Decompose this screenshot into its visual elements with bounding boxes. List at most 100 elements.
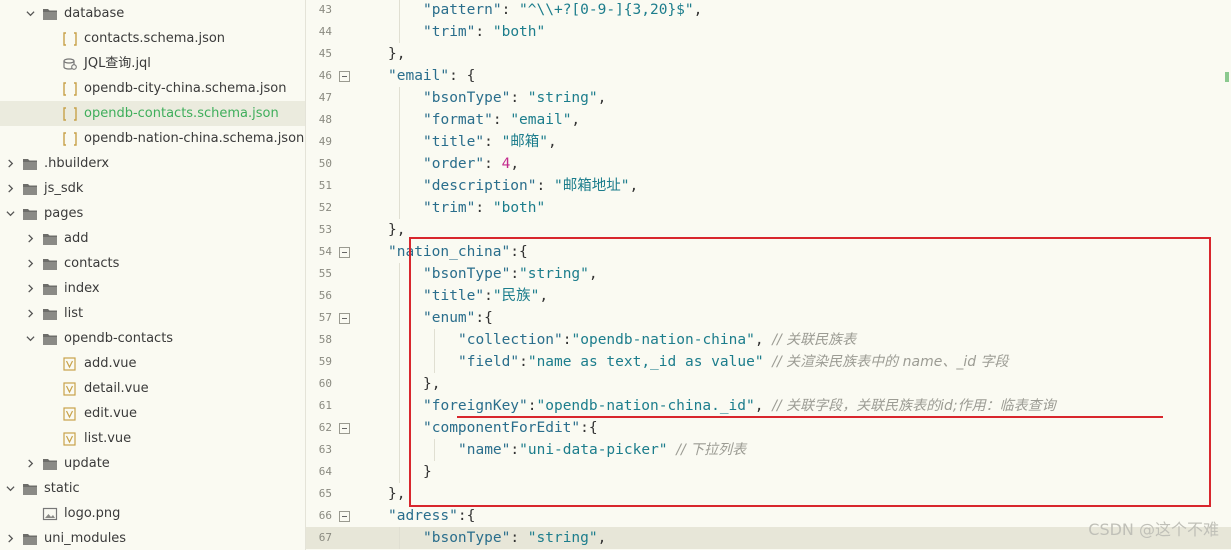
line-number: 60 xyxy=(318,377,332,390)
tree-folder-index[interactable]: index xyxy=(0,276,305,301)
code-line[interactable]: 52 "trim": "both" xyxy=(306,197,1231,219)
chevron-right-icon[interactable] xyxy=(25,257,35,271)
code-line[interactable]: 58 "collection":"opendb-nation-china", //… xyxy=(306,329,1231,351)
json-key: "adress" xyxy=(388,508,458,524)
code-line[interactable]: 55 "bsonType":"string", xyxy=(306,263,1231,285)
tree-folder-update[interactable]: update xyxy=(0,451,305,476)
fold-toggle-icon[interactable] xyxy=(339,313,350,324)
json-string: "uni-data-picker" xyxy=(519,442,668,458)
tree-folder-static[interactable]: static xyxy=(0,476,305,501)
fold-toggle-icon[interactable] xyxy=(339,423,350,434)
tree-folder-list[interactable]: list xyxy=(0,301,305,326)
tree-folder-pages[interactable]: pages xyxy=(0,201,305,226)
tree-file-opendb-contacts-schema-json[interactable]: opendb-contacts.schema.json xyxy=(0,101,305,126)
code-line[interactable]: 48 "format": "email", xyxy=(306,109,1231,131)
punctuation: , xyxy=(588,266,598,282)
code-line[interactable]: 43 "pattern": "^\\+?[0-9-]{3,20}$", xyxy=(306,0,1231,21)
chevron-right-icon[interactable] xyxy=(5,182,15,196)
json-string: "string" xyxy=(519,266,589,282)
tree-file-add-vue[interactable]: add.vue xyxy=(0,351,305,376)
code-line[interactable]: 46 "email": { xyxy=(306,65,1231,87)
line-number: 44 xyxy=(318,25,332,38)
chevron-down-icon[interactable] xyxy=(5,207,15,221)
tree-file-edit-vue[interactable]: edit.vue xyxy=(0,401,305,426)
chevron-right-icon[interactable] xyxy=(25,307,35,321)
tree-item-label: opendb-nation-china.schema.json xyxy=(84,131,305,146)
chevron-right-icon[interactable] xyxy=(5,532,15,546)
punctuation: , xyxy=(539,288,549,304)
tree-folder-database[interactable]: database xyxy=(0,1,305,26)
code-line[interactable]: 65}, xyxy=(306,483,1231,505)
chevron-down-icon[interactable] xyxy=(25,7,35,21)
code-line[interactable]: 57 "enum":{ xyxy=(306,307,1231,329)
tree-folder-add[interactable]: add xyxy=(0,226,305,251)
code-line[interactable]: 62 "componentForEdit":{ xyxy=(306,417,1231,439)
tree-folder-uni-modules[interactable]: uni_modules xyxy=(0,526,305,550)
tree-folder-hbuilderx[interactable]: .hbuilderx xyxy=(0,151,305,176)
tree-item-label: opendb-city-china.schema.json xyxy=(84,81,287,96)
tree-file-logo-png[interactable]: logo.png xyxy=(0,501,305,526)
code-text: "adress":{ xyxy=(388,505,475,527)
fold-toggle-icon[interactable] xyxy=(339,247,350,258)
code-line[interactable]: 45}, xyxy=(306,43,1231,65)
code-text: "email": { xyxy=(388,65,475,87)
tree-folder-js-sdk[interactable]: js_sdk xyxy=(0,176,305,201)
fold-toggle-icon[interactable] xyxy=(339,71,350,82)
code-line[interactable]: 47 "bsonType": "string", xyxy=(306,87,1231,109)
chevron-down-icon[interactable] xyxy=(5,482,15,496)
code-text: "bsonType":"string", xyxy=(423,263,598,285)
code-line[interactable]: 53}, xyxy=(306,219,1231,241)
vue-file-icon xyxy=(61,381,78,396)
code-line[interactable]: 59 "field":"name as text,_id as value" //… xyxy=(306,351,1231,373)
punctuation: : xyxy=(510,442,520,458)
tree-item-label: add.vue xyxy=(84,356,137,371)
punctuation: , xyxy=(754,332,773,348)
code-line[interactable]: 60}, xyxy=(306,373,1231,395)
tree-file-jql-jql[interactable]: JQL查询.jql xyxy=(0,51,305,76)
chevron-right-icon[interactable] xyxy=(25,232,35,246)
punctuation: : xyxy=(501,2,520,18)
project-explorer[interactable]: database contacts.schema.json JQL查询.jql ope… xyxy=(0,0,306,550)
chevron-right-icon[interactable] xyxy=(25,282,35,296)
tree-item-label: list xyxy=(64,306,84,321)
code-line[interactable]: 61 "foreignKey":"opendb-nation-china._id"… xyxy=(306,395,1231,417)
line-number: 51 xyxy=(318,179,332,192)
line-number: 45 xyxy=(318,47,332,60)
tree-folder-contacts[interactable]: contacts xyxy=(0,251,305,276)
code-line[interactable]: 51 "description": "邮箱地址", xyxy=(306,175,1231,197)
code-line[interactable]: 44 "trim": "both" xyxy=(306,21,1231,43)
code-line[interactable]: 49 "title": "邮箱", xyxy=(306,131,1231,153)
tree-file-list-vue[interactable]: list.vue xyxy=(0,426,305,451)
code-line[interactable]: 63 "name":"uni-data-picker" // 下拉列表 xyxy=(306,439,1231,461)
indent-guide xyxy=(399,307,400,329)
indent-guide xyxy=(399,109,400,131)
tree-file-opendb-nation-china-schema-json[interactable]: opendb-nation-china.schema.json xyxy=(0,126,305,151)
code-line[interactable]: 64} xyxy=(306,461,1231,483)
tree-item-label: database xyxy=(64,6,125,21)
code-text: "pattern": "^\\+?[0-9-]{3,20}$", xyxy=(423,0,702,21)
line-number: 49 xyxy=(318,135,332,148)
punctuation: : xyxy=(510,530,528,546)
editor-scrollbar[interactable] xyxy=(1223,0,1231,550)
database-file-icon xyxy=(61,57,78,71)
punctuation: , xyxy=(629,178,639,194)
json-file-icon xyxy=(61,131,78,146)
chevron-right-icon[interactable] xyxy=(25,457,35,471)
tree-file-detail-vue[interactable]: detail.vue xyxy=(0,376,305,401)
punctuation: : xyxy=(484,156,502,172)
chevron-down-icon[interactable] xyxy=(25,332,35,346)
fold-toggle-icon[interactable] xyxy=(339,511,350,522)
code-text: "format": "email", xyxy=(423,109,580,131)
code-line[interactable]: 50 "order": 4, xyxy=(306,153,1231,175)
tree-file-contacts-schema-json[interactable]: contacts.schema.json xyxy=(0,26,305,51)
json-key: "email" xyxy=(388,68,450,84)
json-key: "trim" xyxy=(423,200,476,216)
tree-folder-opendb-contacts[interactable]: opendb-contacts xyxy=(0,326,305,351)
code-line[interactable]: 54 "nation_china":{ xyxy=(306,241,1231,263)
code-text: }, xyxy=(423,373,440,395)
chevron-right-icon[interactable] xyxy=(5,157,15,171)
tree-file-opendb-city-china-schema-json[interactable]: opendb-city-china.schema.json xyxy=(0,76,305,101)
folder-icon xyxy=(41,332,58,346)
code-editor[interactable]: 43 "pattern": "^\\+?[0-9-]{3,20}$", 44 "tri… xyxy=(306,0,1231,550)
code-line[interactable]: 56 "title":"民族", xyxy=(306,285,1231,307)
